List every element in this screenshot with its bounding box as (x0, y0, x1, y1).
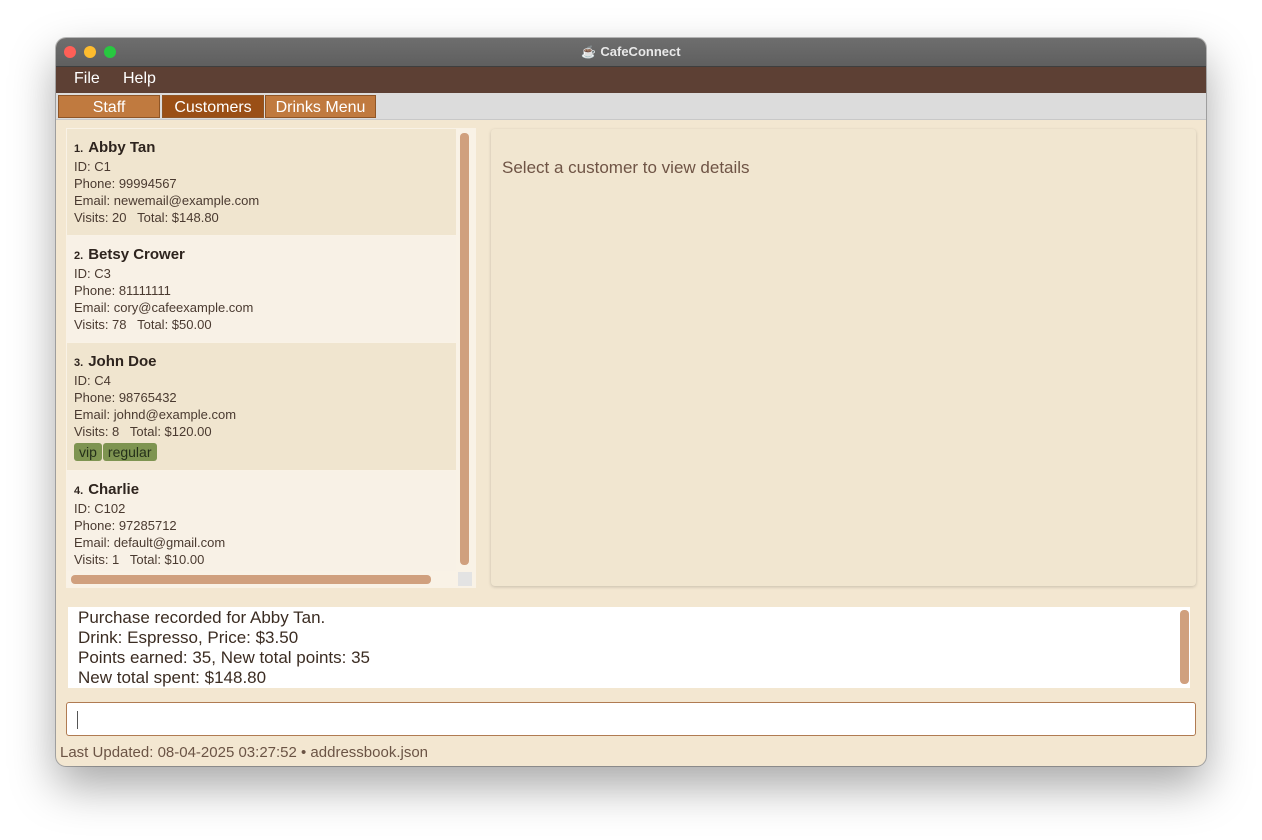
customer-email: Email: default@gmail.com (74, 535, 226, 550)
result-display: Purchase recorded for Abby Tan. Drink: E… (68, 607, 1190, 688)
customer-name: 1. Abby Tan (74, 139, 156, 156)
detail-placeholder: Select a customer to view details (502, 158, 750, 177)
customer-id: ID: C4 (74, 373, 111, 388)
customer-stats: Visits: 20 Total: $148.80 (74, 210, 219, 225)
tab-drinks-menu[interactable]: Drinks Menu (265, 95, 376, 118)
command-box[interactable] (66, 702, 1196, 736)
customer-list[interactable]: 1. Abby Tan ID: C1 Phone: 99994567 Email:… (66, 128, 476, 588)
customer-id: ID: C102 (74, 501, 126, 516)
customer-name: 4. Charlie (74, 481, 140, 498)
result-line: Purchase recorded for Abby Tan. (78, 608, 326, 627)
customer-name: 2. Betsy Crower (74, 246, 185, 263)
result-line: Points earned: 35, New total points: 35 (78, 648, 371, 667)
customer-card[interactable]: 3. John Doe ID: C4 Phone: 98765432 Email:… (67, 343, 456, 470)
customer-stats: Visits: 8 Total: $120.00 (74, 424, 212, 439)
tab-staff[interactable]: Staff (58, 95, 160, 118)
customer-detail-panel: Select a customer to view details (491, 129, 1196, 586)
list-horizontal-scrollbar[interactable] (71, 575, 431, 584)
command-input[interactable] (79, 707, 1183, 733)
app-window: ☕ CafeConnect File Help Staff Customers D… (56, 38, 1206, 766)
customer-email: Email: newemail@example.com (74, 193, 260, 208)
menu-file[interactable]: File (74, 70, 100, 88)
customer-phone: Phone: 98765432 (74, 390, 177, 405)
status-bar: Last Updated: 08-04-2025 03:27:52 • addr… (60, 744, 429, 761)
window-title: ☕ CafeConnect (581, 44, 681, 59)
cup-icon: ☕ (581, 45, 597, 59)
tag-badge: vip (74, 443, 102, 461)
customer-phone: Phone: 97285712 (74, 518, 177, 533)
result-line: New total spent: $148.80 (78, 668, 267, 687)
customer-stats: Visits: 1 Total: $10.00 (74, 552, 205, 567)
customer-card[interactable]: 2. Betsy Crower ID: C3 Phone: 81111111 Em… (67, 236, 456, 342)
tag-badge: regular (102, 443, 157, 461)
customer-phone: Phone: 81111111 (74, 283, 171, 298)
list-vertical-scrollbar[interactable] (460, 133, 469, 565)
title-bar: ☕ CafeConnect (56, 38, 1206, 67)
customer-name: 3. John Doe (74, 353, 157, 370)
result-scrollbar[interactable] (1180, 610, 1189, 684)
customer-email: Email: johnd@example.com (74, 407, 237, 422)
tab-customers[interactable]: Customers (162, 95, 264, 118)
customer-card[interactable]: 1. Abby Tan ID: C1 Phone: 99994567 Email:… (67, 129, 456, 235)
scroll-corner (458, 572, 472, 586)
customer-stats: Visits: 78 Total: $50.00 (74, 317, 212, 332)
tab-bar: Staff Customers Drinks Menu (56, 93, 1206, 120)
customer-email: Email: cory@cafeexample.com (74, 300, 254, 315)
text-caret (77, 711, 78, 729)
customer-id: ID: C1 (74, 159, 111, 174)
customer-phone: Phone: 99994567 (74, 176, 177, 191)
customer-tags: vip regular (74, 443, 456, 461)
customer-id: ID: C3 (74, 266, 111, 281)
menu-help[interactable]: Help (123, 70, 156, 88)
customer-card[interactable]: 4. Charlie ID: C102 Phone: 97285712 Email… (67, 471, 456, 571)
result-line: Drink: Espresso, Price: $3.50 (78, 628, 299, 647)
menu-bar: File Help (56, 67, 1206, 93)
